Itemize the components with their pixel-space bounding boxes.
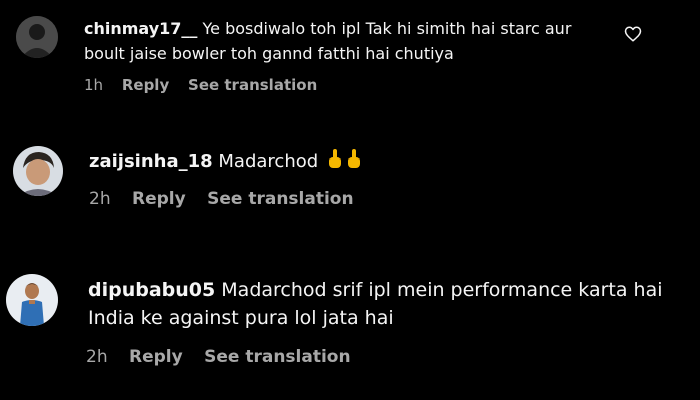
- comment-text-continued: India ke against pura lol jata hai: [88, 307, 394, 329]
- comment-text-continued: boult jaise bowler toh gannd fatthi hai …: [84, 44, 454, 63]
- reply-button[interactable]: Reply: [122, 76, 169, 94]
- comment-text: Ye bosdiwalo toh ipl Tak hi simith hai s…: [202, 19, 572, 38]
- comment-username[interactable]: zaijsinha_18: [89, 151, 213, 172]
- see-translation-button[interactable]: See translation: [188, 76, 317, 94]
- avatar-image: [6, 274, 58, 326]
- see-translation-button[interactable]: See translation: [207, 189, 353, 209]
- reply-button[interactable]: Reply: [132, 189, 186, 209]
- middle-finger-emoji-icon: [346, 149, 362, 178]
- avatar-image: [16, 16, 58, 58]
- avatar[interactable]: [6, 274, 58, 326]
- middle-finger-emoji-icon: [327, 149, 343, 178]
- comment-username[interactable]: dipubabu05: [88, 279, 215, 301]
- comment-time: 2h: [89, 189, 111, 209]
- reply-button[interactable]: Reply: [129, 347, 183, 367]
- avatar-image: [13, 146, 63, 196]
- comment-text: Madarchod srif ipl mein performance kart…: [221, 279, 663, 301]
- comment-text: Madarchod: [218, 151, 319, 172]
- avatar[interactable]: [13, 146, 63, 196]
- comment-time: 2h: [86, 347, 108, 367]
- heart-outline-icon[interactable]: [624, 25, 642, 43]
- see-translation-button[interactable]: See translation: [204, 347, 350, 367]
- comment-username[interactable]: chinmay17__: [84, 19, 197, 38]
- avatar[interactable]: [16, 16, 58, 58]
- comment-time: 1h: [84, 76, 104, 94]
